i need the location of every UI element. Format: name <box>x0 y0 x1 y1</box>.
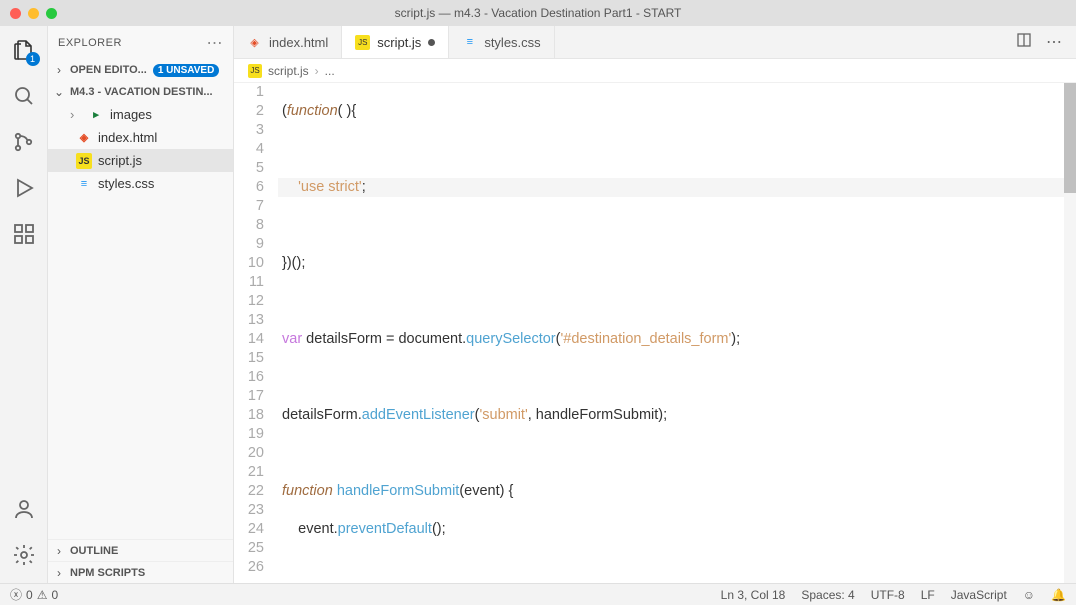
minimap-thumb[interactable] <box>1064 83 1076 193</box>
chevron-down-icon: ⌄ <box>52 85 66 99</box>
html-icon: ◈ <box>76 130 92 146</box>
tab-label: index.html <box>269 35 328 50</box>
warning-icon: ⚠ <box>37 588 48 602</box>
more-actions-icon[interactable]: ⋯ <box>1046 32 1062 52</box>
file-label: script.js <box>98 153 142 168</box>
status-errors[interactable]: ⓧ0 ⚠0 <box>10 586 58 603</box>
editor-area: ◈ index.html JS script.js ≡ styles.css ⋯… <box>234 26 1076 583</box>
file-index-html[interactable]: ◈ index.html <box>48 126 233 149</box>
open-editors-label: OPEN EDITO... <box>70 64 147 76</box>
unsaved-badge: 1 UNSAVED <box>153 64 220 77</box>
minimize-window[interactable] <box>28 8 39 19</box>
breadcrumb-more: ... <box>325 64 335 78</box>
extensions-icon[interactable] <box>10 220 38 248</box>
js-icon: JS <box>76 153 92 169</box>
file-label: styles.css <box>98 176 154 191</box>
css-icon: ≡ <box>76 176 92 192</box>
notifications-icon[interactable]: 🔔 <box>1051 588 1066 602</box>
settings-gear-icon[interactable] <box>10 541 38 569</box>
status-eol[interactable]: LF <box>921 588 935 602</box>
tab-bar: ◈ index.html JS script.js ≡ styles.css ⋯ <box>234 26 1076 59</box>
tab-label: styles.css <box>484 35 540 50</box>
js-icon: JS <box>355 35 370 50</box>
outline-label: OUTLINE <box>70 545 118 557</box>
explorer-title: EXPLORER <box>58 37 122 49</box>
breadcrumb-file: script.js <box>268 64 309 78</box>
code-editor[interactable]: 1234567891011121314151617181920212223242… <box>234 83 1076 583</box>
chevron-right-icon: › <box>52 566 66 580</box>
file-label: index.html <box>98 130 157 145</box>
folder-icon: ▸ <box>88 107 104 123</box>
folder-label: M4.3 - VACATION DESTIN... <box>70 86 213 98</box>
tab-label: script.js <box>377 35 421 50</box>
html-icon: ◈ <box>247 35 262 50</box>
chevron-right-icon: › <box>52 63 66 77</box>
traffic-lights <box>0 8 57 19</box>
source-control-icon[interactable] <box>10 128 38 156</box>
sidebar: EXPLORER ⋯ › OPEN EDITO... 1 UNSAVED ⌄ M… <box>48 26 234 583</box>
tab-index-html[interactable]: ◈ index.html <box>234 26 342 58</box>
status-bar: ⓧ0 ⚠0 Ln 3, Col 18 Spaces: 4 UTF-8 LF Ja… <box>0 583 1076 605</box>
unsaved-dot-icon <box>428 39 435 46</box>
outline-section[interactable]: › OUTLINE <box>48 539 233 561</box>
minimap[interactable] <box>1064 83 1076 583</box>
tab-script-js[interactable]: JS script.js <box>342 26 449 58</box>
search-icon[interactable] <box>10 82 38 110</box>
file-script-js[interactable]: JS script.js <box>48 149 233 172</box>
activity-bar <box>0 26 48 583</box>
window-title: script.js — m4.3 - Vacation Destination … <box>395 6 682 20</box>
close-window[interactable] <box>10 8 21 19</box>
code-content[interactable]: (function( ){ 'use strict'; })(); var de… <box>278 83 1076 583</box>
titlebar: script.js — m4.3 - Vacation Destination … <box>0 0 1076 26</box>
main-area: EXPLORER ⋯ › OPEN EDITO... 1 UNSAVED ⌄ M… <box>0 26 1076 583</box>
status-cursor-position[interactable]: Ln 3, Col 18 <box>721 588 786 602</box>
status-encoding[interactable]: UTF-8 <box>871 588 905 602</box>
chevron-right-icon: › <box>70 107 82 122</box>
chevron-right-icon: › <box>52 544 66 558</box>
npm-scripts-section[interactable]: › NPM SCRIPTS <box>48 561 233 583</box>
line-gutter: 1234567891011121314151617181920212223242… <box>234 83 278 583</box>
sidebar-header: EXPLORER ⋯ <box>48 26 233 59</box>
file-styles-css[interactable]: ≡ styles.css <box>48 172 233 195</box>
status-language[interactable]: JavaScript <box>951 588 1007 602</box>
maximize-window[interactable] <box>46 8 57 19</box>
tab-styles-css[interactable]: ≡ styles.css <box>449 26 554 58</box>
explorer-icon[interactable] <box>10 36 38 64</box>
folder-images[interactable]: › ▸ images <box>48 103 233 126</box>
js-icon: JS <box>248 64 262 78</box>
feedback-icon[interactable]: ☺ <box>1023 588 1035 602</box>
file-label: images <box>110 107 152 122</box>
split-editor-icon[interactable] <box>1016 32 1032 53</box>
account-icon[interactable] <box>10 495 38 523</box>
run-debug-icon[interactable] <box>10 174 38 202</box>
error-icon: ⓧ <box>10 586 22 603</box>
css-icon: ≡ <box>462 35 477 50</box>
folder-section[interactable]: ⌄ M4.3 - VACATION DESTIN... <box>48 81 233 103</box>
breadcrumb[interactable]: JS script.js › ... <box>234 59 1076 83</box>
explorer-more-icon[interactable]: ⋯ <box>207 33 224 53</box>
breadcrumb-separator: › <box>315 64 319 78</box>
status-spaces[interactable]: Spaces: 4 <box>801 588 854 602</box>
npm-label: NPM SCRIPTS <box>70 567 145 579</box>
open-editors-section[interactable]: › OPEN EDITO... 1 UNSAVED <box>48 59 233 81</box>
